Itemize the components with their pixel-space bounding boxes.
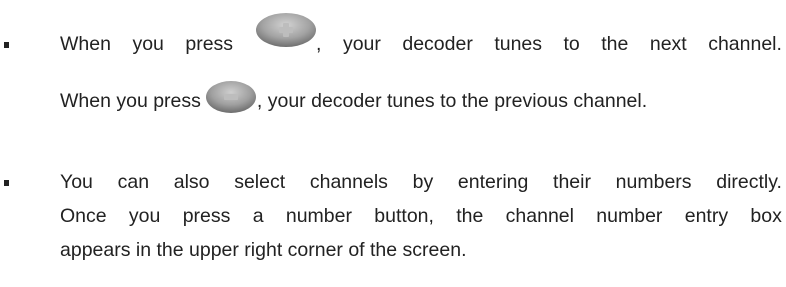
text-word: to [563,33,580,55]
text-word: directly. [716,171,782,193]
text-word: You [60,171,93,193]
text-segment: appears in the upper right corner of the… [60,239,467,261]
text-word: entry [684,205,729,227]
text-word: , [316,33,322,55]
text-segment: When you press [60,90,201,112]
text-word: entering [457,171,529,193]
bullet-item-channel-buttons: When you press , your decoder tunes to t… [0,0,786,120]
text-word: also [173,171,210,193]
text-word: channels [309,171,388,193]
paragraph-line: You can also select channels by entering… [60,171,782,194]
text-word: box [750,205,782,227]
text-word: press [182,205,231,227]
text-word: button, [374,205,434,227]
channel-up-plus-icon [255,11,317,56]
text-word: Once [60,205,107,227]
text-word: your [342,33,381,55]
text-word: next [649,33,687,55]
text-word: decoder [402,33,473,55]
bullet-marker [4,42,9,48]
text-word: you [132,33,164,55]
text-word: a [252,205,264,227]
text-word: their [553,171,591,193]
text-word: When [60,33,111,55]
text-word: select [234,171,286,193]
text-word: by [412,171,434,193]
text-word: tunes [494,33,543,55]
text-word: press [185,33,234,55]
text-word: can [117,171,150,193]
text-segment: , your decoder tunes to the previous cha… [256,90,648,112]
text-word: the [456,205,484,227]
text-word: channel [505,205,574,227]
paragraph-line: appears in the upper right corner of the… [60,239,467,262]
paragraph-line: When you press , your decoder tunes to t… [60,13,782,56]
text-word: number [285,205,352,227]
paragraph-line: Once you press a number button, the chan… [60,205,782,228]
bullet-item-channel-numbers: You can also select channels by entering… [0,170,786,280]
text-word: numbers [615,171,692,193]
text-word: the [601,33,629,55]
text-word: channel. [708,33,782,55]
text-word: number [596,205,663,227]
paragraph-line: When you press , your decoder tunes to t… [60,79,647,113]
bullet-marker [4,180,9,186]
channel-down-minus-icon [205,79,257,115]
text-word: you [128,205,161,227]
